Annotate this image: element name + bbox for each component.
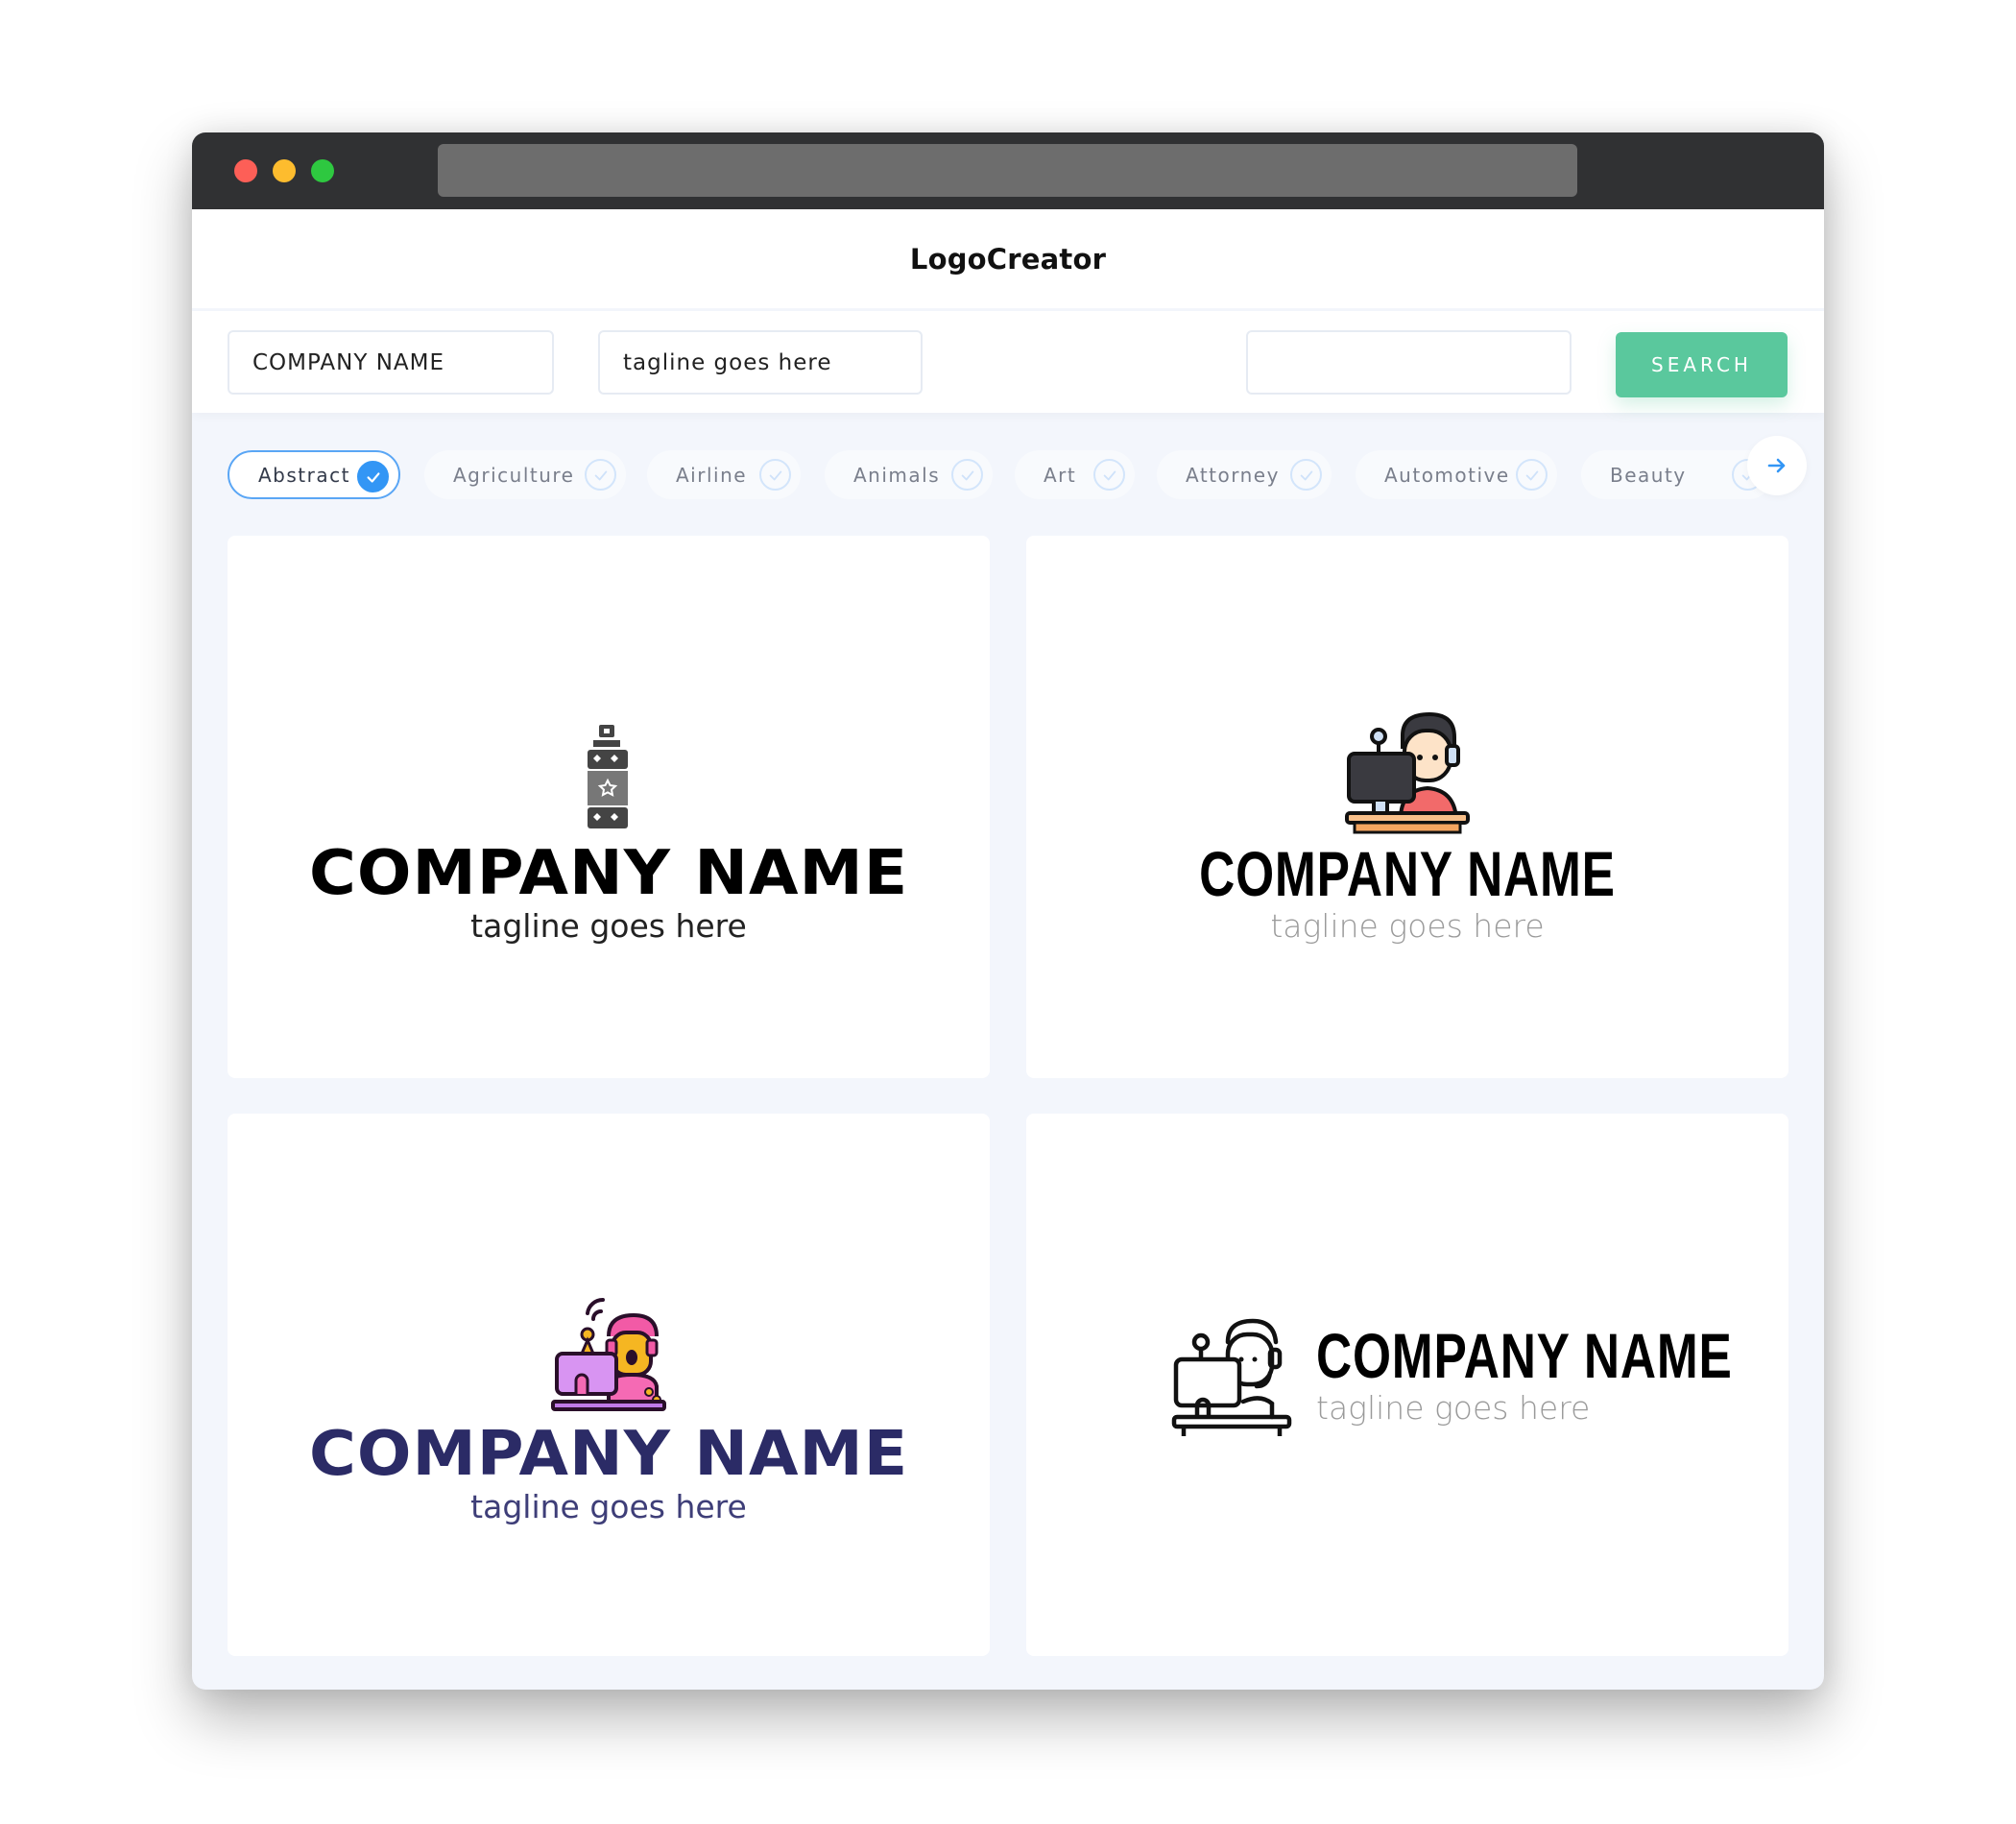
logo-card[interactable]: COMPANY NAME tagline goes here — [1026, 1114, 1788, 1656]
logo-card[interactable]: COMPANY NAME tagline goes here — [228, 1114, 990, 1656]
next-categories-button[interactable] — [1747, 436, 1807, 495]
title-bar — [192, 132, 1824, 209]
check-icon — [1516, 459, 1548, 491]
company-name-text: COMPANY NAME — [1316, 1320, 1733, 1391]
site-header: LogoCreator — [192, 209, 1824, 308]
category-label: Automotive — [1384, 463, 1510, 487]
search-button[interactable]: SEARCH — [1616, 332, 1788, 397]
category-label: Art — [1044, 463, 1077, 487]
category-filter-bar: Abstract Agriculture Airline Animals Art… — [228, 436, 1807, 516]
check-icon — [1290, 459, 1322, 491]
check-icon — [1093, 459, 1125, 491]
keyword-input[interactable] — [1246, 330, 1572, 395]
category-chip-attorney[interactable]: Attorney — [1157, 450, 1332, 499]
arrow-right-icon — [1767, 458, 1786, 473]
company-name-text: COMPANY NAME — [308, 838, 909, 909]
podcaster-broadcasting-icon — [551, 1297, 666, 1411]
minimize-window-button[interactable] — [273, 159, 296, 182]
category-label: Animals — [853, 463, 941, 487]
tagline-text: tagline goes here — [470, 1488, 747, 1525]
category-label: Attorney — [1186, 463, 1280, 487]
streamer-at-computer-icon — [1345, 711, 1470, 834]
category-chip-animals[interactable]: Animals — [825, 450, 993, 499]
category-chip-abstract[interactable]: Abstract — [228, 450, 400, 499]
category-chip-airline[interactable]: Airline — [647, 450, 801, 499]
tagline-input[interactable]: tagline goes here — [598, 330, 923, 395]
browser-window: LogoCreator COMPANY NAME tagline goes he… — [192, 132, 1824, 1690]
tagline-text: tagline goes here — [1270, 907, 1545, 945]
check-icon — [759, 459, 791, 491]
category-label: Beauty — [1610, 463, 1687, 487]
company-name-text: COMPANY NAME — [1199, 838, 1616, 909]
category-chip-beauty[interactable]: Beauty — [1581, 450, 1773, 499]
category-label: Airline — [676, 463, 748, 487]
category-chip-automotive[interactable]: Automotive — [1356, 450, 1557, 499]
check-icon — [357, 461, 389, 492]
check-icon — [585, 459, 616, 491]
category-label: Agriculture — [453, 463, 575, 487]
close-window-button[interactable] — [234, 159, 257, 182]
category-label: Abstract — [258, 463, 350, 487]
category-chip-art[interactable]: Art — [1015, 450, 1135, 499]
logo-card[interactable]: COMPANY NAME tagline goes here — [1026, 536, 1788, 1078]
company-name-input[interactable]: COMPANY NAME — [228, 330, 554, 395]
address-bar[interactable] — [438, 144, 1577, 197]
check-icon — [951, 459, 983, 491]
tagline-text: tagline goes here — [470, 907, 747, 945]
company-name-text: COMPANY NAME — [308, 1419, 909, 1490]
logo-card[interactable]: COMPANY NAME tagline goes here — [228, 536, 990, 1078]
brand-logo[interactable]: LogoCreator — [910, 243, 1106, 276]
spray-can-icon — [588, 725, 628, 828]
category-chip-agriculture[interactable]: Agriculture — [424, 450, 626, 499]
maximize-window-button[interactable] — [311, 159, 334, 182]
streamer-outline-icon — [1171, 1318, 1292, 1436]
tagline-text: tagline goes here — [1316, 1389, 1591, 1427]
search-bar: COMPANY NAME tagline goes here SEARCH — [192, 311, 1824, 413]
